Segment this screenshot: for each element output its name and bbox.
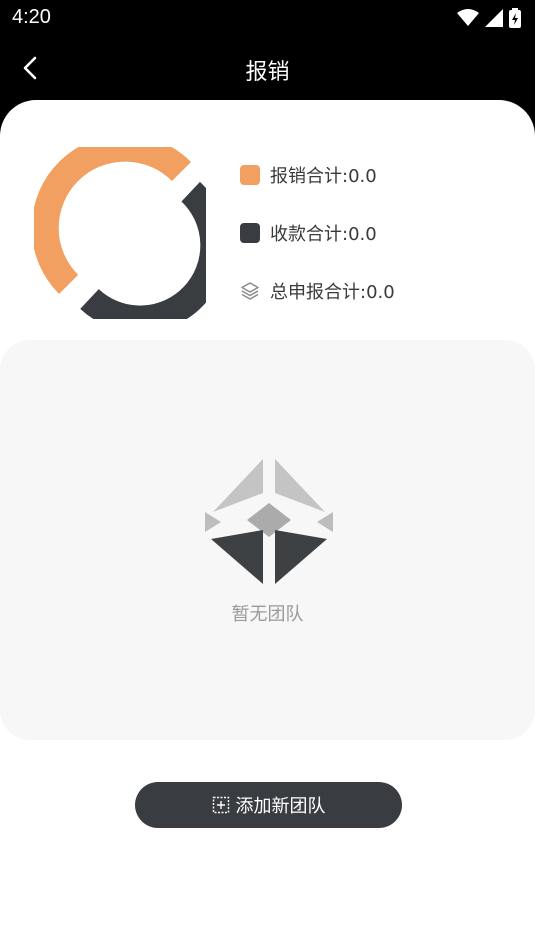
legend-item-reimbursement: 报销合计:0.0 [240,160,395,190]
add-team-label: 添加新团队 [235,796,326,817]
team-panel: 暂无团队 [0,340,535,740]
battery-charging-icon [509,8,521,28]
empty-box-icon [205,459,333,584]
content-sheet: 报销合计:0.0 收款合计:0.0 总申报合计:0.0 暂无团队 添加新团队 [0,100,535,951]
add-square-icon [212,796,229,814]
receipt-arc [80,181,206,319]
reimbursement-total: 报销合计:0.0 [270,166,377,187]
empty-state-text: 暂无团队 [231,604,304,625]
declared-total: 总申报合计:0.0 [270,282,395,303]
legend-item-receipt: 收款合计:0.0 [240,218,395,248]
legend-item-declared: 总申报合计:0.0 [240,276,395,306]
receipt-swatch [240,223,260,243]
page-title: 报销 [245,60,290,85]
signal-icon [485,9,503,27]
summary-legend: 报销合计:0.0 收款合计:0.0 总申报合计:0.0 [240,160,395,334]
layers-icon [241,282,259,300]
status-icons [457,6,521,30]
receipt-total: 收款合计:0.0 [270,224,377,245]
status-bar: 4:20 [0,0,535,36]
add-team-button[interactable]: 添加新团队 [135,782,402,828]
reimbursement-swatch [240,165,260,185]
status-time: 4:20 [12,6,51,28]
summary-donut-chart [34,147,206,319]
app-bar: 报销 [0,36,535,100]
wifi-icon [457,9,479,26]
reimbursement-arc [34,147,192,294]
